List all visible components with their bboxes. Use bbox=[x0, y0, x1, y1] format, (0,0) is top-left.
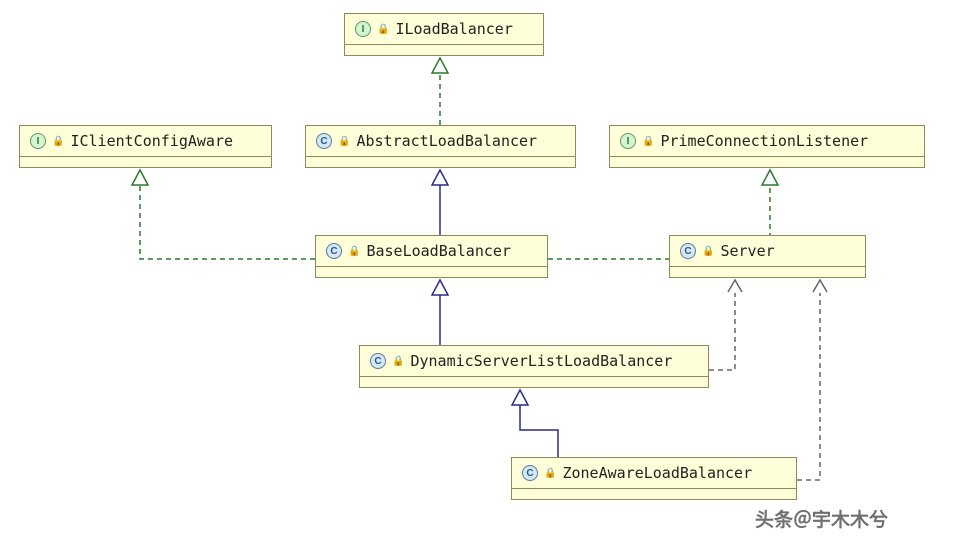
class-label: IClientConfigAware bbox=[70, 132, 233, 150]
class-dynamicserverlistloadbalancer: C 🔒 DynamicServerListLoadBalancer bbox=[359, 345, 709, 388]
interface-icon: I bbox=[355, 21, 371, 37]
lock-icon: 🔒 bbox=[52, 136, 64, 147]
class-zoneawareloadbalancer: C 🔒 ZoneAwareLoadBalancer bbox=[511, 457, 797, 500]
lock-icon: 🔒 bbox=[338, 136, 350, 147]
arrowhead bbox=[813, 280, 827, 292]
class-label: DynamicServerListLoadBalancer bbox=[410, 352, 672, 370]
class-icon: C bbox=[326, 243, 342, 259]
interface-icon: I bbox=[30, 133, 46, 149]
class-baseloadbalancer: C 🔒 BaseLoadBalancer bbox=[315, 235, 548, 278]
arrowhead bbox=[432, 170, 448, 185]
class-label: ZoneAwareLoadBalancer bbox=[562, 464, 752, 482]
class-iclientconfigaware: I 🔒 IClientConfigAware bbox=[19, 125, 272, 168]
class-label: PrimeConnectionListener bbox=[660, 132, 868, 150]
arrowhead bbox=[132, 170, 148, 185]
arrowhead bbox=[512, 390, 528, 405]
arrowhead bbox=[432, 280, 448, 295]
lock-icon: 🔒 bbox=[348, 246, 360, 257]
arrowhead bbox=[762, 170, 778, 185]
class-server: C 🔒 Server bbox=[669, 235, 866, 278]
class-label: AbstractLoadBalancer bbox=[356, 132, 537, 150]
arrowhead bbox=[432, 58, 448, 73]
lock-icon: 🔒 bbox=[702, 246, 714, 257]
lock-icon: 🔒 bbox=[392, 356, 404, 367]
lock-icon: 🔒 bbox=[544, 468, 556, 479]
class-icon: C bbox=[680, 243, 696, 259]
lock-icon: 🔒 bbox=[377, 24, 389, 35]
class-icon: C bbox=[370, 353, 386, 369]
arrow-dependency bbox=[709, 293, 735, 370]
class-primeconnectionlistener: I 🔒 PrimeConnectionListener bbox=[609, 125, 925, 168]
arrow-extends bbox=[520, 405, 558, 457]
class-abstractloadbalancer: C 🔒 AbstractLoadBalancer bbox=[305, 125, 576, 168]
class-icon: C bbox=[522, 465, 538, 481]
arrowhead bbox=[728, 280, 742, 292]
class-label: ILoadBalancer bbox=[395, 20, 512, 38]
arrow-dependency bbox=[797, 293, 820, 480]
arrow-implements bbox=[140, 185, 315, 259]
watermark: 头条＠宇木木兮 bbox=[755, 505, 888, 532]
class-iloadbalancer: I 🔒 ILoadBalancer bbox=[344, 13, 544, 56]
class-icon: C bbox=[316, 133, 332, 149]
class-label: BaseLoadBalancer bbox=[366, 242, 511, 260]
lock-icon: 🔒 bbox=[642, 136, 654, 147]
class-label: Server bbox=[720, 242, 774, 260]
interface-icon: I bbox=[620, 133, 636, 149]
